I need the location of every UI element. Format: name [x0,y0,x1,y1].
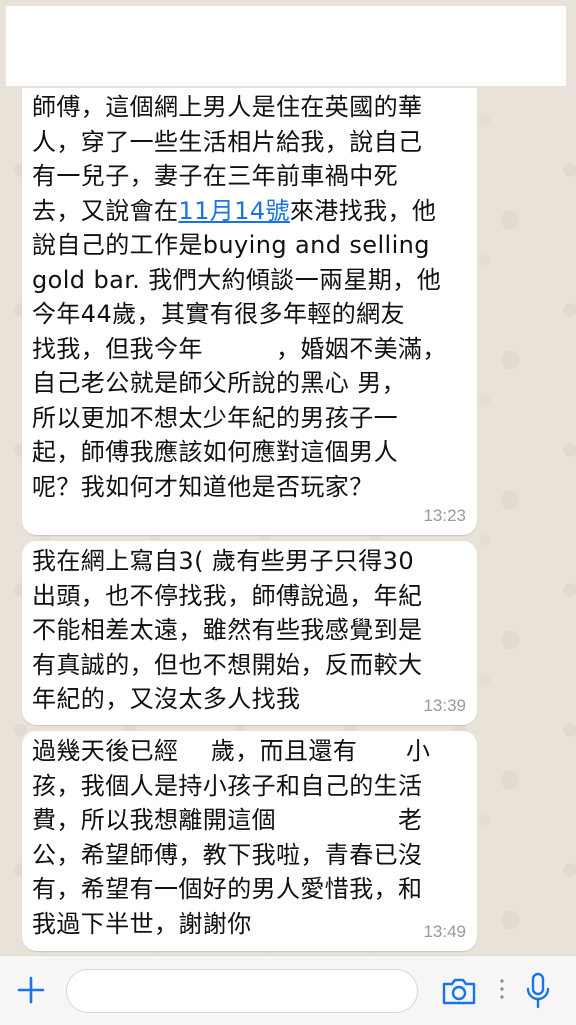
date-link[interactable]: 11月14號 [178,197,289,225]
message-bubble[interactable]: 我在網上寫自3( 歲有些男子只得30 出頭，也不停找我，師傅說過，年紀 不能相差… [22,541,477,725]
message-time: 13:49 [423,922,466,941]
more-dots-icon[interactable] [500,978,504,1000]
camera-icon[interactable] [441,976,477,1006]
message-text-part: 來港找我，他 說自己的工作是buying and selling gold ba… [32,196,447,501]
message-text: 我在網上寫自3( 歲有些男子只得30 出頭，也不停找我，師傅說過，年紀 不能相差… [32,547,423,713]
message-bubble[interactable]: 師傅，這個網上男人是住在英國的華 人，穿了一些生活相片給我，說自己 有一兒子，妻… [22,88,477,535]
message-time: 13:39 [423,696,466,715]
plus-icon[interactable] [16,975,46,1005]
message-text: 師傅，這個網上男人是住在英國的華 人，穿了一些生活相片給我，說自己 有一兒子，妻… [32,90,471,504]
message-input[interactable] [66,969,418,1013]
header-panel [6,6,566,86]
message-input-bar [0,955,576,1025]
message-time: 13:23 [423,506,466,525]
message-bubble[interactable]: 過幾天後已經 歲，而且還有 小 孩，我個人是持小孩子和自己的生活 費，所以我想離… [22,731,477,951]
header-area [0,0,576,90]
message-text: 過幾天後已經 歲，而且還有 小 孩，我個人是持小孩子和自己的生活 費，所以我想離… [32,737,431,938]
microphone-icon[interactable] [524,972,552,1010]
